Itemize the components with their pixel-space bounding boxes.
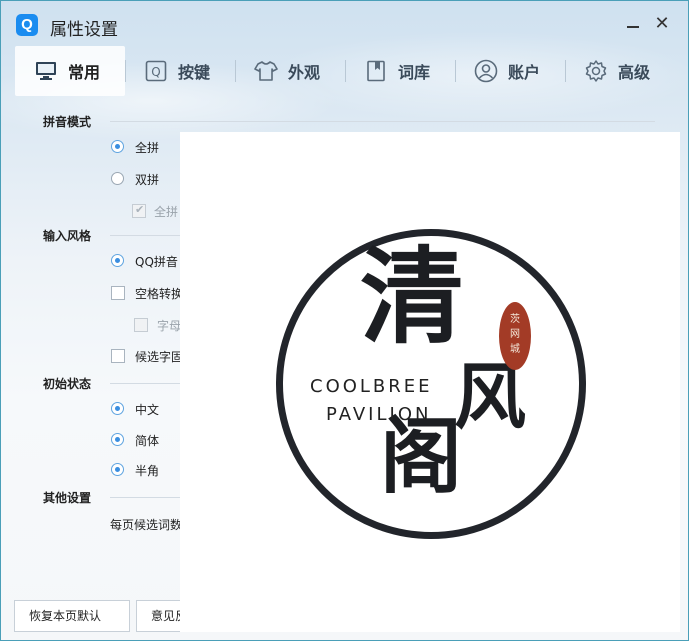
section-divider	[110, 383, 180, 384]
checkbox-candidate-fixed[interactable]	[111, 349, 125, 363]
candidates-per-page-label: 每页候选词数	[110, 518, 183, 532]
tab-divider	[565, 60, 566, 82]
checkbox-letters[interactable]	[134, 318, 148, 332]
tab-label: 词库	[398, 63, 431, 82]
tab-appearance[interactable]: 外观	[253, 46, 320, 96]
close-icon: ✕	[654, 13, 670, 34]
option-label: 候选字固	[135, 350, 184, 364]
tab-divider	[345, 60, 346, 82]
tab-label: 外观	[288, 63, 321, 82]
option-label: 中文	[135, 403, 160, 417]
window-title: 属性设置	[50, 20, 118, 40]
option-label: 全拼	[154, 205, 179, 219]
tab-general[interactable]: 常用	[15, 46, 125, 96]
option-label: QQ拼音	[135, 255, 178, 269]
radio-half-width[interactable]	[111, 463, 124, 476]
tab-advanced[interactable]: 高级	[583, 46, 650, 96]
logo-latin-line2: PAVILION	[326, 404, 432, 425]
tshirt-icon	[253, 58, 279, 84]
minimize-button[interactable]	[623, 14, 643, 34]
tab-account[interactable]: 账户	[473, 46, 540, 96]
key-q-icon: Q	[143, 58, 169, 84]
stamp-char: 网	[510, 329, 520, 340]
svg-text:Q: Q	[151, 65, 160, 79]
tab-keys[interactable]: Q 按键	[143, 46, 210, 96]
checkbox-space-convert[interactable]	[111, 286, 125, 300]
close-button[interactable]: ✕	[652, 14, 672, 34]
minimize-icon	[627, 26, 639, 28]
tab-divider	[125, 60, 126, 82]
option-label: 半角	[135, 464, 160, 478]
tab-label: 高级	[618, 63, 651, 82]
radio-full-pinyin[interactable]	[111, 140, 124, 153]
logo-overlay-image: 清 风 阁 COOLBREE PAVILION 茨 网 城	[180, 132, 680, 632]
option-label: 全拼	[135, 141, 160, 155]
tab-label: 按键	[178, 63, 211, 82]
option-label: 字母	[157, 319, 182, 333]
option-label: 空格转换	[135, 287, 184, 301]
section-title-initial-state: 初始状态	[43, 377, 92, 391]
logo-latin-line1: COOLBREE	[310, 376, 433, 397]
radio-chinese[interactable]	[111, 402, 124, 415]
option-label: 双拼	[135, 173, 160, 187]
option-label: 简体	[135, 434, 160, 448]
title-bar: Q 属性设置 ✕	[1, 1, 688, 45]
logo-char-ge: 阁	[380, 409, 463, 505]
user-icon	[473, 58, 499, 84]
settings-window: Q 属性设置 ✕ 常用 Q 按键 外观 词库 账户 高级 拼音模式 全拼 双拼 …	[0, 0, 689, 641]
gear-icon	[583, 58, 609, 84]
radio-simplified[interactable]	[111, 433, 124, 446]
stamp-char: 茨	[510, 314, 520, 325]
radio-double-pinyin[interactable]	[111, 172, 124, 185]
app-logo-icon: Q	[16, 14, 38, 36]
stamp-char: 城	[510, 344, 520, 355]
section-title-pinyin-mode: 拼音模式	[43, 115, 92, 129]
section-divider	[110, 235, 180, 236]
logo-red-stamp: 茨 网 城	[499, 302, 531, 370]
tab-label: 账户	[508, 63, 541, 82]
book-icon	[363, 58, 389, 84]
section-title-other: 其他设置	[43, 491, 92, 505]
section-divider	[110, 497, 180, 498]
checkbox-full-pinyin-sub[interactable]: ✔	[132, 203, 146, 218]
tab-divider	[455, 60, 456, 82]
monitor-icon	[33, 58, 59, 84]
tab-dictionary[interactable]: 词库	[363, 46, 430, 96]
logo-char-qing: 清	[360, 235, 465, 358]
tab-label: 常用	[68, 63, 101, 82]
section-title-input-style: 输入风格	[43, 229, 92, 243]
check-icon: ✔	[135, 203, 145, 216]
tab-bar: 常用 Q 按键 外观 词库 账户 高级	[15, 46, 675, 96]
restore-defaults-button[interactable]: 恢复本页默认	[14, 600, 130, 632]
section-divider	[110, 121, 655, 122]
tab-divider	[235, 60, 236, 82]
radio-qq-pinyin-style[interactable]	[111, 254, 124, 267]
